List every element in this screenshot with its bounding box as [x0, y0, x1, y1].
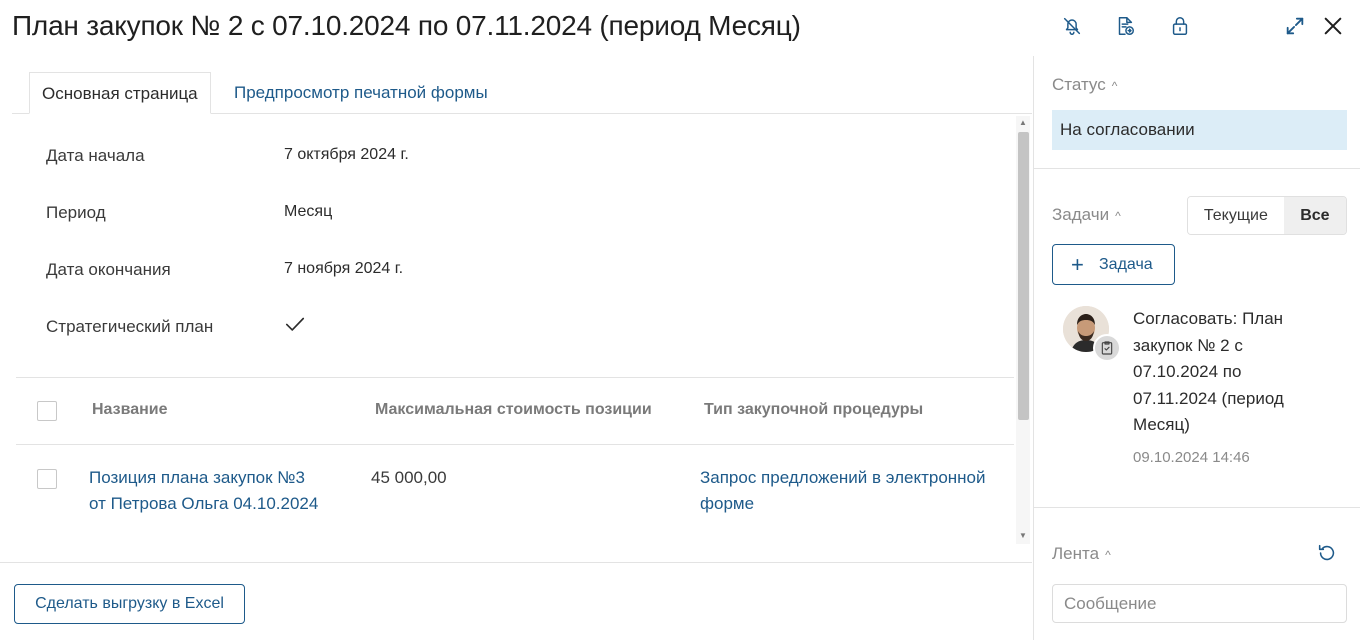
checkmark-icon	[284, 313, 306, 335]
row-checkbox[interactable]	[37, 469, 57, 489]
tab-print-preview[interactable]: Предпросмотр печатной формы	[222, 72, 500, 114]
task-timestamp: 09.10.2024 14:46	[1133, 449, 1250, 466]
field-value-end-date: 7 ноября 2024 г.	[284, 260, 404, 277]
divider	[1034, 168, 1360, 169]
divider	[16, 444, 1014, 445]
field-label-end-date: Дата окончания	[46, 260, 171, 279]
task-item-title[interactable]: Согласовать: План закупок № 2 с 07.10.20…	[1133, 306, 1333, 439]
tab-bar: Основная страница Предпросмотр печатной …	[12, 72, 1032, 114]
field-value-period: Месяц	[284, 203, 333, 220]
table-cell-cost: 45 000,00	[371, 468, 447, 487]
status-section-header[interactable]: Статус ^	[1052, 75, 1117, 95]
feed-title: Лента	[1052, 544, 1100, 563]
chevron-up-icon: ^	[1105, 548, 1111, 562]
task-title-line: Согласовать: План	[1133, 309, 1284, 328]
refresh-icon[interactable]	[1316, 542, 1338, 564]
scrollbar-thumb[interactable]	[1018, 132, 1029, 420]
status-badge: На согласовании	[1052, 110, 1347, 150]
table-cell-name-line: от Петрова Ольга 04.10.2024	[89, 494, 319, 513]
table-cell-name[interactable]: Позиция плана закупок №3 от Петрова Ольг…	[89, 465, 318, 517]
scroll-up-arrow[interactable]: ▲	[1018, 118, 1028, 128]
task-title-line: закупок № 2 с	[1133, 335, 1243, 355]
column-header-max-cost[interactable]: Максимальная стоимость позиции	[375, 401, 652, 419]
tab-main-page[interactable]: Основная страница	[29, 72, 211, 114]
field-label-strategic-plan: Стратегический план	[46, 317, 214, 336]
tasks-title: Задачи	[1052, 205, 1110, 224]
plus-icon: +	[1071, 252, 1084, 277]
task-title-line: 07.10.2024 по	[1133, 362, 1242, 381]
table-cell-type-line: форме	[700, 494, 755, 513]
status-title: Статус	[1052, 75, 1106, 94]
filter-current-button[interactable]: Текущие	[1188, 197, 1284, 234]
scroll-down-arrow[interactable]: ▼	[1018, 531, 1028, 541]
page-title: План закупок № 2 с 07.10.2024 по 07.11.2…	[12, 10, 801, 41]
clipboard-check-icon	[1093, 334, 1121, 362]
column-header-procedure-type[interactable]: Тип закупочной процедуры	[704, 401, 923, 419]
tasks-filter-toggle: Текущие Все	[1187, 196, 1347, 235]
divider	[16, 377, 1014, 378]
field-label-start-date: Дата начала	[46, 146, 145, 165]
filter-all-button[interactable]: Все	[1283, 197, 1346, 234]
task-title-line: Месяц)	[1133, 415, 1190, 434]
expand-icon[interactable]	[1281, 12, 1309, 40]
divider	[0, 562, 1032, 563]
select-all-checkbox[interactable]	[37, 401, 57, 421]
bell-off-icon[interactable]	[1058, 12, 1086, 40]
field-value-start-date: 7 октября 2024 г.	[284, 146, 409, 163]
divider	[1034, 507, 1360, 508]
chevron-up-icon: ^	[1115, 209, 1121, 223]
chevron-up-icon: ^	[1111, 79, 1118, 93]
feed-section-header[interactable]: Лента ^	[1052, 544, 1111, 564]
export-excel-button[interactable]: Сделать выгрузку в Excel	[14, 584, 245, 624]
add-task-button[interactable]: + Задача	[1052, 244, 1175, 285]
field-label-period: Период	[46, 203, 106, 222]
column-header-name[interactable]: Название	[92, 401, 168, 419]
add-task-label: Задача	[1099, 256, 1153, 273]
message-input[interactable]	[1052, 584, 1347, 623]
tasks-section-header[interactable]: Задачи ^	[1052, 205, 1121, 225]
lock-icon[interactable]	[1166, 12, 1194, 40]
document-export-icon[interactable]	[1111, 12, 1139, 40]
table-cell-procedure-type[interactable]: Запрос предложений в электронной форме	[700, 465, 986, 517]
table-cell-name-line: Позиция плана закупок №3	[89, 468, 305, 487]
table-cell-type-line: Запрос предложений в электронной	[700, 468, 986, 487]
task-title-line: 07.11.2024 (период	[1133, 388, 1284, 408]
close-icon[interactable]	[1319, 12, 1347, 40]
